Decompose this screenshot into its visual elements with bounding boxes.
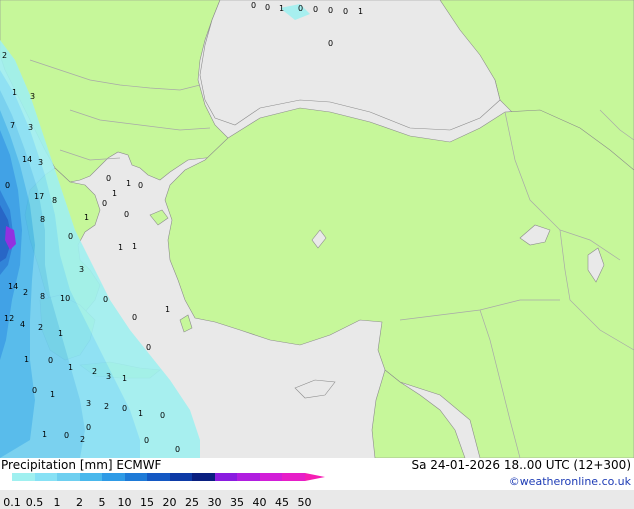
scale-tick-label: 30 (207, 496, 222, 509)
scale-tick-label: 25 (185, 496, 199, 509)
scale-tick-label: 40 (252, 496, 267, 509)
precip-value: 0 (68, 232, 73, 241)
precip-value: 0 (265, 3, 270, 12)
scale-segment (259, 473, 282, 481)
precip-value: 8 (40, 215, 45, 224)
precip-value: 0 (138, 181, 143, 190)
precip-value: 3 (30, 92, 35, 101)
scale-tick-label: 20 (162, 496, 177, 509)
precip-value: 2 (104, 402, 109, 411)
precip-value: 1 (126, 179, 131, 188)
scale-tick-label: 1 (53, 496, 61, 509)
precip-value: 1 (112, 189, 117, 198)
scale-tick-label: 50 (297, 496, 312, 509)
scale-segment (282, 473, 305, 481)
precip-value: 1 (42, 430, 47, 439)
precip-value: 4 (20, 320, 25, 329)
credit-link[interactable]: ©weatheronline.co.uk (509, 475, 631, 488)
precip-value: 1 (279, 4, 284, 13)
precip-value: 0 (313, 5, 318, 14)
precip-value: 1 (50, 390, 55, 399)
precip-value: 0 (64, 431, 69, 440)
precip-value: 1 (58, 329, 63, 338)
precip-value: 1 (84, 213, 89, 222)
scale-tick-label: 45 (275, 496, 289, 509)
precip-value: 0 (32, 386, 37, 395)
precip-value: 0 (103, 295, 108, 304)
precip-value: 0 (122, 404, 127, 413)
precip-value: 0 (328, 6, 333, 15)
precip-value: 0 (175, 445, 180, 454)
precip-value: 2 (38, 323, 43, 332)
precip-value: 3 (79, 265, 84, 274)
precip-value: 2 (80, 435, 85, 444)
precip-value: 3 (86, 399, 91, 408)
precip-value: 2 (23, 288, 28, 297)
scale-segment (102, 473, 125, 481)
scale-segment (214, 473, 237, 481)
scale-segment (169, 473, 192, 481)
precip-value: 0 (106, 174, 111, 183)
precip-value: 3 (38, 158, 43, 167)
precip-value: 0 (5, 181, 10, 190)
scale-segment (192, 473, 215, 481)
scale-segment (34, 473, 57, 481)
precip-value: 2 (92, 367, 97, 376)
precip-value: 8 (40, 292, 45, 301)
precip-value: 14 (22, 155, 32, 164)
precip-value: 1 (12, 88, 17, 97)
precipitation-map: 0 0 1 0 0 0 0 1021 37 314 3017 801 0101 0801 13142 8 10 0… (0, 0, 634, 458)
legend-bar: Precipitation [mm] ECMWF Sa 24-01-2026 1… (0, 458, 634, 509)
scale-segment (79, 473, 102, 481)
precip-value: 0 (48, 356, 53, 365)
precip-value: 0 (343, 7, 348, 16)
scale-tick-label: 10 (117, 496, 132, 509)
precip-value: 7 (10, 121, 15, 130)
precip-value: 12 (4, 314, 14, 323)
scale-segment (147, 473, 170, 481)
scale-segment (124, 473, 147, 481)
precip-value: 2 (2, 51, 7, 60)
scale-segment (12, 473, 35, 481)
scale-tick-label: 0.5 (25, 496, 44, 509)
precip-value: 0 (124, 210, 129, 219)
precip-value: 8 (52, 196, 57, 205)
precip-value: 0 (251, 1, 256, 10)
precip-value: 0 (102, 199, 107, 208)
precip-value: 0 (144, 436, 149, 445)
map-title: Precipitation [mm] ECMWF (1, 458, 162, 472)
precip-value: 0 (146, 343, 151, 352)
precip-value: 0 (86, 423, 91, 432)
precip-value: 0 (298, 4, 303, 13)
precip-value: 0 (160, 411, 165, 420)
precip-value: 1 (118, 243, 123, 252)
precip-value: 1 (122, 374, 127, 383)
precip-value: 1 (138, 409, 143, 418)
precip-value: 3 (106, 372, 111, 381)
valid-time: Sa 24-01-2026 18..00 UTC (12+300) (411, 458, 631, 472)
scale-tick-label: 0.1 (3, 496, 21, 509)
precip-value: 10 (60, 294, 70, 303)
precip-value: 1 (24, 355, 29, 364)
precip-value: 1 (132, 242, 137, 251)
precip-value: 1 (358, 7, 363, 16)
precip-value: 17 (34, 192, 44, 201)
scale-arrow-icon (304, 473, 325, 481)
precip-value: 0 (328, 39, 333, 48)
precip-value: 14 (8, 282, 18, 291)
scale-tick-label: 5 (98, 496, 106, 509)
precip-value: 3 (28, 123, 33, 132)
precip-value: 1 (68, 363, 73, 372)
precip-value: 0 (132, 313, 137, 322)
scale-tick-label: 2 (76, 496, 83, 509)
scale-tick-label: 15 (140, 496, 154, 509)
scale-segment (237, 473, 260, 481)
scale-tick-label: 35 (230, 496, 244, 509)
scale-segment (57, 473, 80, 481)
precip-value: 1 (165, 305, 170, 314)
